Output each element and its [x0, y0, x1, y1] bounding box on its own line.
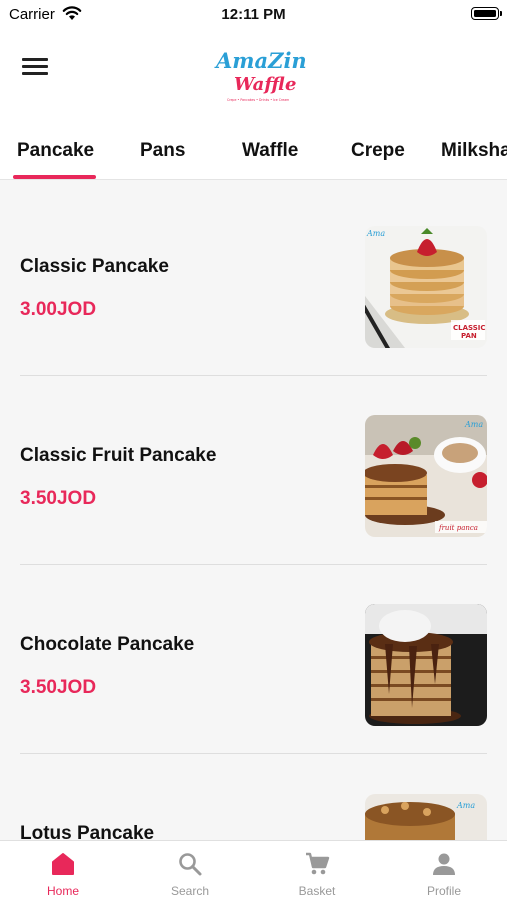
svg-text:PAN: PAN — [461, 332, 477, 340]
svg-text:fruit panca: fruit panca — [438, 524, 478, 532]
nav-label: Search — [170, 884, 210, 898]
classic-pancake-image: CLASSIC PAN Ama — [365, 226, 487, 348]
svg-text:Crepe • Pancakes • Drinks • Ic: Crepe • Pancakes • Drinks • Ice Cream — [227, 98, 289, 102]
tab-waffle[interactable]: Waffle — [242, 140, 298, 162]
battery-icon — [471, 7, 502, 20]
list-item[interactable]: Classic Fruit Pancake 3.50JOD fruit panc… — [0, 369, 507, 558]
item-name: Chocolate Pancake — [20, 634, 195, 655]
nav-basket[interactable]: Basket — [254, 841, 380, 900]
product-list[interactable]: Classic Pancake 3.00JOD CLASSIC PAN Ama … — [0, 180, 507, 840]
item-name: Lotus Pancake — [20, 823, 155, 840]
lotus-pancake-image: Ama — [365, 794, 487, 840]
item-price: 3.00JOD — [20, 299, 97, 320]
item-price: 3.50JOD — [20, 677, 97, 698]
tab-milkshake[interactable]: Milkshake — [441, 140, 507, 162]
search-icon — [179, 853, 202, 876]
clock: 12:11 PM — [221, 6, 286, 23]
item-price: 3.50JOD — [20, 488, 97, 509]
fruit-pancake-image: fruit panca Ama — [365, 415, 487, 537]
chocolate-pancake-image — [365, 604, 487, 726]
tab-pans[interactable]: Pans — [140, 140, 185, 162]
hamburger-icon — [22, 58, 48, 61]
active-tab-indicator — [13, 175, 96, 179]
nav-label: Basket — [298, 884, 336, 898]
profile-icon — [433, 853, 455, 875]
list-item[interactable]: Lotus Pancake Ama — [0, 747, 507, 840]
nav-profile[interactable]: Profile — [381, 841, 507, 900]
item-name: Classic Pancake — [20, 256, 169, 277]
brand-logo: AmaZing Waffle Crepe • Pancakes • Drinks… — [212, 38, 321, 108]
svg-text:Ama: Ama — [366, 229, 385, 238]
svg-text:CLASSIC: CLASSIC — [453, 324, 486, 332]
category-tabs: Pancake Pans Waffle Crepe Milkshake — [0, 122, 507, 180]
menu-button[interactable] — [22, 58, 48, 82]
list-item[interactable]: Classic Pancake 3.00JOD CLASSIC PAN Ama — [0, 180, 507, 369]
cart-icon — [306, 852, 330, 875]
app-header: AmaZing Waffle Crepe • Pancakes • Drinks… — [0, 28, 507, 122]
nav-label: Home — [46, 884, 79, 898]
bottom-navigation: Home Search Basket Profile — [0, 840, 507, 900]
svg-text:Ama: Ama — [464, 420, 483, 429]
item-name: Classic Fruit Pancake — [20, 445, 217, 466]
svg-text:AmaZing: AmaZing — [214, 48, 307, 73]
tab-pancake[interactable]: Pancake — [17, 140, 94, 162]
home-icon — [52, 853, 74, 875]
nav-home[interactable]: Home — [0, 841, 126, 900]
status-bar: Carrier 12:11 PM — [0, 0, 507, 28]
list-item[interactable]: Chocolate Pancake 3.50JOD — [0, 558, 507, 747]
tab-crepe[interactable]: Crepe — [351, 140, 405, 162]
nav-search[interactable]: Search — [127, 841, 253, 900]
svg-text:Waffle: Waffle — [234, 74, 296, 95]
svg-text:Ama: Ama — [456, 801, 475, 810]
nav-label: Profile — [426, 884, 461, 898]
